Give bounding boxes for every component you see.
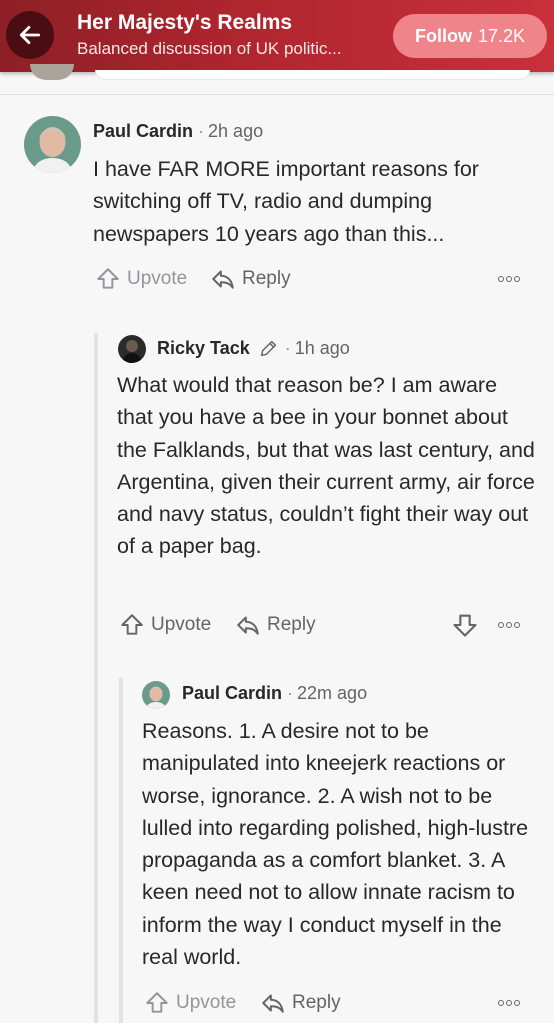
pencil-icon [260,340,276,357]
dot-icon [506,276,512,282]
author-name[interactable]: Paul Cardin [182,683,282,704]
upvote-button[interactable]: Upvote [119,612,211,638]
more-options-button[interactable] [498,1000,520,1006]
dot-icon [498,622,504,628]
dot-icon [506,1000,512,1006]
arrow-left-icon [19,26,41,44]
separator-dot: · [198,121,205,141]
thread-line [94,333,98,1023]
avatar[interactable] [142,681,170,709]
dot-icon [514,276,520,282]
user-photo-icon [118,335,146,363]
reply-button[interactable]: Reply [235,612,316,638]
author-name[interactable]: Ricky Tack [157,338,250,359]
timestamp: 22m ago [297,683,368,703]
separator-dot: · [287,683,294,703]
reply-label: Reply [242,268,291,289]
upvote-button[interactable]: Upvote [144,990,236,1016]
reply-button[interactable]: Reply [210,266,291,292]
reply-icon [262,994,284,1013]
follow-label: Follow [414,25,472,46]
author-name[interactable]: Paul Cardin [93,121,193,142]
previous-comment-avatar [30,64,74,80]
timestamp: 1h ago [294,337,350,358]
back-button[interactable] [6,11,54,59]
downvote-icon[interactable] [451,611,479,639]
dot-icon [514,1000,520,1006]
space-title[interactable]: Her Majesty's Realms [77,11,292,35]
more-options-button[interactable] [498,276,520,282]
thread-line [119,678,123,1023]
upvote-icon [121,614,143,635]
reply-icon [212,270,234,289]
upvote-label: Upvote [151,614,212,635]
reply-label: Reply [292,992,341,1013]
dot-icon [506,622,512,628]
upvote-icon [97,268,119,289]
more-options-button[interactable] [498,622,520,628]
follower-count: 17.2K [477,25,526,46]
space-header: Her Majesty's Realms Balanced discussion… [0,0,554,72]
avatar[interactable] [24,116,81,173]
reply-label: Reply [267,614,316,635]
comment-text: What would that reason be? I am aware th… [117,373,535,559]
divider [0,94,554,95]
dot-icon [498,276,504,282]
avatar[interactable] [118,335,146,363]
upvote-label: Upvote [176,992,237,1013]
reply-button[interactable]: Reply [260,990,341,1016]
user-photo-icon [142,681,170,709]
previous-comment-box [95,70,530,80]
reply-icon [237,616,259,635]
upvote-label: Upvote [127,268,188,289]
space-subtitle: Balanced discussion of UK politic... [77,39,342,58]
upvote-icon [146,992,168,1013]
comment-text: Reasons. 1. A desire not to be manipulat… [142,719,529,970]
dot-icon [514,622,520,628]
dot-icon [498,1000,504,1006]
upvote-button[interactable]: Upvote [95,266,187,292]
follow-button[interactable]: Follow 17.2K [393,14,547,58]
comment-text: I have FAR MORE important reasons for sw… [93,157,479,246]
user-photo-icon [24,116,81,173]
separator-dot: · [284,337,291,358]
timestamp: 2h ago [208,121,264,141]
